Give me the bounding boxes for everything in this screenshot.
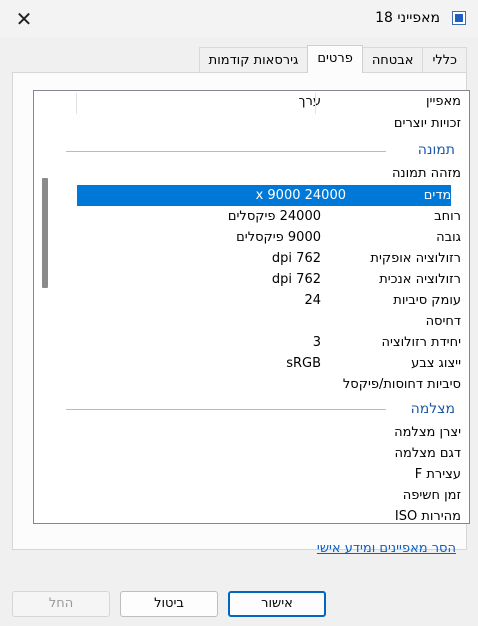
list-item-selected[interactable]: מימדים 24000 x 9000 bbox=[77, 185, 463, 206]
property-name: עצירת F bbox=[414, 467, 461, 482]
property-name: רזולוציה אנכית bbox=[379, 272, 461, 287]
property-name: רוחב bbox=[434, 209, 461, 224]
close-icon[interactable]: ✕ bbox=[12, 7, 36, 31]
list-header: מאפיין ערך bbox=[77, 91, 469, 112]
property-name: זמן חשיפה bbox=[402, 488, 461, 503]
property-value: sRGB bbox=[286, 356, 321, 371]
group-title-image: תמונה bbox=[417, 142, 455, 158]
properties-list[interactable]: מאפיין ערך זכויות יוצרים תמונה מזהה תמונ… bbox=[33, 90, 470, 524]
group-divider-camera bbox=[66, 409, 386, 410]
list-item[interactable]: סיביות דחוסות/פיקסל bbox=[77, 374, 469, 395]
cancel-button[interactable]: ביטול bbox=[120, 591, 218, 617]
property-name: סיביות דחוסות/פיקסל bbox=[342, 377, 461, 392]
property-name: מהירות ISO bbox=[394, 509, 461, 524]
property-name: דגם מצלמה bbox=[394, 446, 461, 461]
list-item[interactable]: דגם מצלמה bbox=[77, 443, 469, 464]
property-name: ייצוג צבע bbox=[411, 356, 461, 371]
property-name: דחיסה bbox=[425, 314, 461, 329]
list-item[interactable]: מזהה תמונה bbox=[77, 163, 469, 184]
scrollbar-thumb[interactable] bbox=[42, 178, 48, 288]
property-name: יצרן מצלמה bbox=[394, 425, 461, 440]
list-item[interactable]: מהירות ISO bbox=[77, 506, 469, 524]
list-item[interactable]: רזולוציה אנכית 762 dpi bbox=[77, 269, 469, 290]
list-item[interactable]: יצרן מצלמה bbox=[77, 422, 469, 443]
property-name: יחידת רזולוציה bbox=[381, 335, 461, 350]
property-name: מזהה תמונה bbox=[391, 166, 461, 181]
property-value: 24000 x 9000 bbox=[255, 188, 346, 203]
property-name: מימדים bbox=[423, 188, 463, 203]
title-bar: ✕ מאפייני 18 bbox=[0, 0, 478, 38]
tab-details[interactable]: פרטים bbox=[307, 45, 363, 73]
property-value: 3 bbox=[312, 335, 321, 350]
list-item[interactable]: דחיסה bbox=[77, 311, 469, 332]
list-item[interactable]: זכויות יוצרים bbox=[77, 113, 469, 134]
list-item[interactable]: רוחב 24000 פיקסלים bbox=[77, 206, 469, 227]
image-file-icon bbox=[452, 11, 466, 25]
window-title: מאפייני 18 bbox=[375, 10, 440, 26]
header-value[interactable]: ערך bbox=[299, 91, 321, 112]
list-item[interactable]: עצירת F bbox=[77, 464, 469, 485]
property-name: עומק סיביות bbox=[393, 293, 461, 308]
property-value: 24 bbox=[304, 293, 321, 308]
column-separator-left bbox=[76, 93, 77, 114]
list-item[interactable]: ייצוג צבע sRGB bbox=[77, 353, 469, 374]
list-item[interactable]: רזולוציה אופקית 762 dpi bbox=[77, 248, 469, 269]
property-name: רזולוציה אופקית bbox=[370, 251, 461, 266]
list-item[interactable]: יחידת רזולוציה 3 bbox=[77, 332, 469, 353]
tab-previous-versions[interactable]: גירסאות קודמות bbox=[198, 47, 309, 73]
ok-button[interactable]: אישור bbox=[228, 591, 326, 617]
header-property[interactable]: מאפיין bbox=[341, 91, 461, 112]
property-name: זכויות יוצרים bbox=[393, 116, 461, 131]
column-separator bbox=[315, 93, 316, 114]
remove-properties-link[interactable]: הסר מאפיינים ומידע אישי bbox=[317, 541, 456, 556]
list-item[interactable]: עומק סיביות 24 bbox=[77, 290, 469, 311]
tab-general[interactable]: כללי bbox=[422, 47, 467, 73]
property-value: 762 dpi bbox=[271, 272, 321, 287]
details-panel: מאפיין ערך זכויות יוצרים תמונה מזהה תמונ… bbox=[12, 72, 470, 550]
list-item[interactable]: זמן חשיפה bbox=[77, 485, 469, 506]
tab-strip: כללי אבטחה פרטים גירסאות קודמות bbox=[198, 45, 467, 73]
list-item[interactable]: גובה 9000 פיקסלים bbox=[77, 227, 469, 248]
property-value: 762 dpi bbox=[271, 251, 321, 266]
group-title-camera: מצלמה bbox=[410, 401, 455, 417]
property-name: גובה bbox=[436, 230, 461, 245]
group-divider-image bbox=[66, 151, 386, 152]
property-value: 24000 פיקסלים bbox=[227, 209, 321, 224]
apply-button[interactable]: החל bbox=[12, 591, 110, 617]
property-value: 9000 פיקסלים bbox=[236, 230, 321, 245]
tab-security[interactable]: אבטחה bbox=[361, 47, 424, 73]
